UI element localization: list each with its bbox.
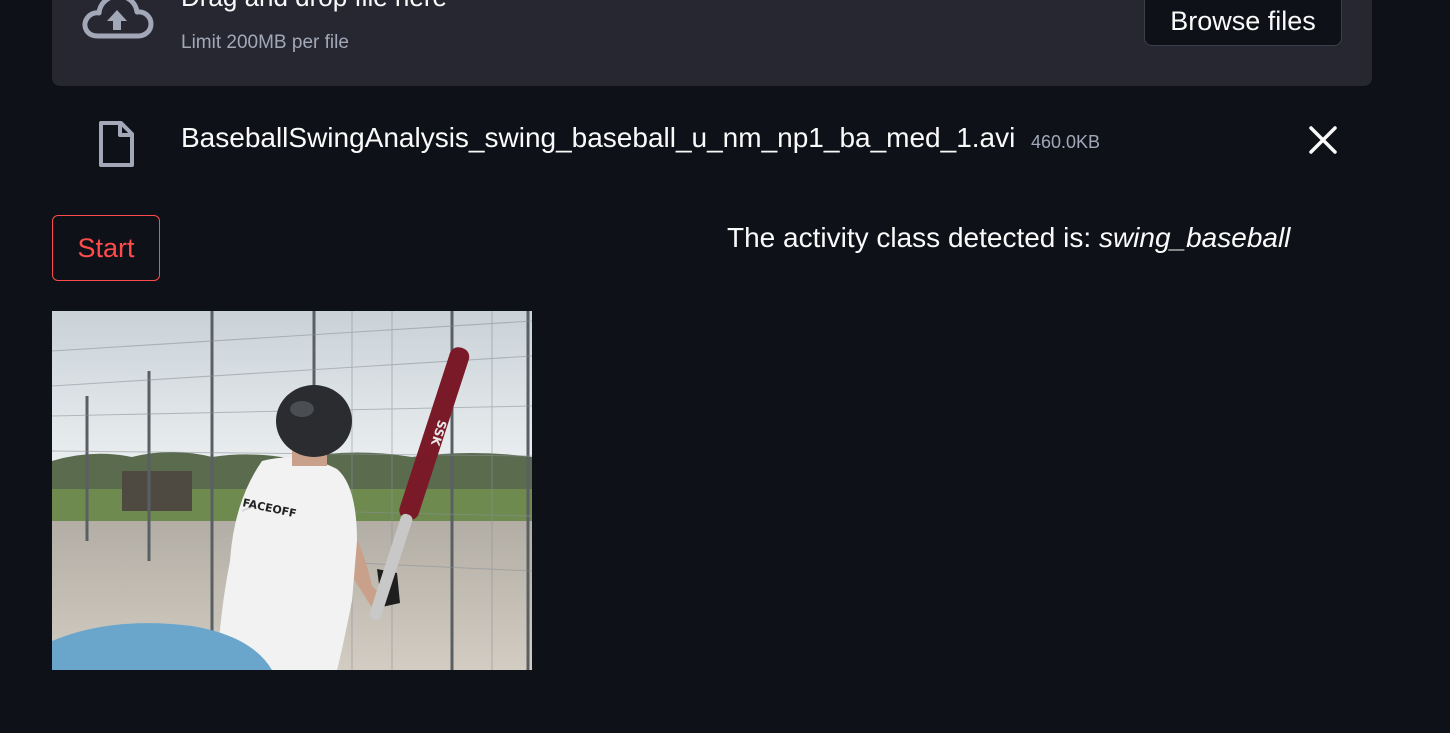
- dropzone-title: Drag and drop file here: [181, 0, 447, 12]
- uploaded-file-row: BaseballSwingAnalysis_swing_baseball_u_n…: [52, 110, 1372, 180]
- result-prefix: The activity class detected is:: [727, 222, 1099, 253]
- video-frame: FACEOFF SSK: [52, 311, 532, 670]
- uploaded-file-size: 460.0KB: [1031, 132, 1101, 152]
- uploaded-file-name: BaseballSwingAnalysis_swing_baseball_u_n…: [181, 122, 1016, 153]
- file-dropzone[interactable]: Drag and drop file here Limit 200MB per …: [52, 0, 1372, 86]
- activity-result-text: The activity class detected is: swing_ba…: [727, 222, 1290, 254]
- start-button[interactable]: Start: [52, 215, 160, 281]
- close-icon[interactable]: [1306, 123, 1340, 157]
- dropzone-limit-text: Limit 200MB per file: [181, 32, 349, 53]
- browse-files-button[interactable]: Browse files: [1144, 0, 1342, 46]
- video-frame-image: FACEOFF SSK: [52, 311, 532, 670]
- file-icon: [99, 121, 134, 167]
- cloud-upload-icon: [82, 0, 154, 39]
- activity-class-value: swing_baseball: [1098, 222, 1291, 253]
